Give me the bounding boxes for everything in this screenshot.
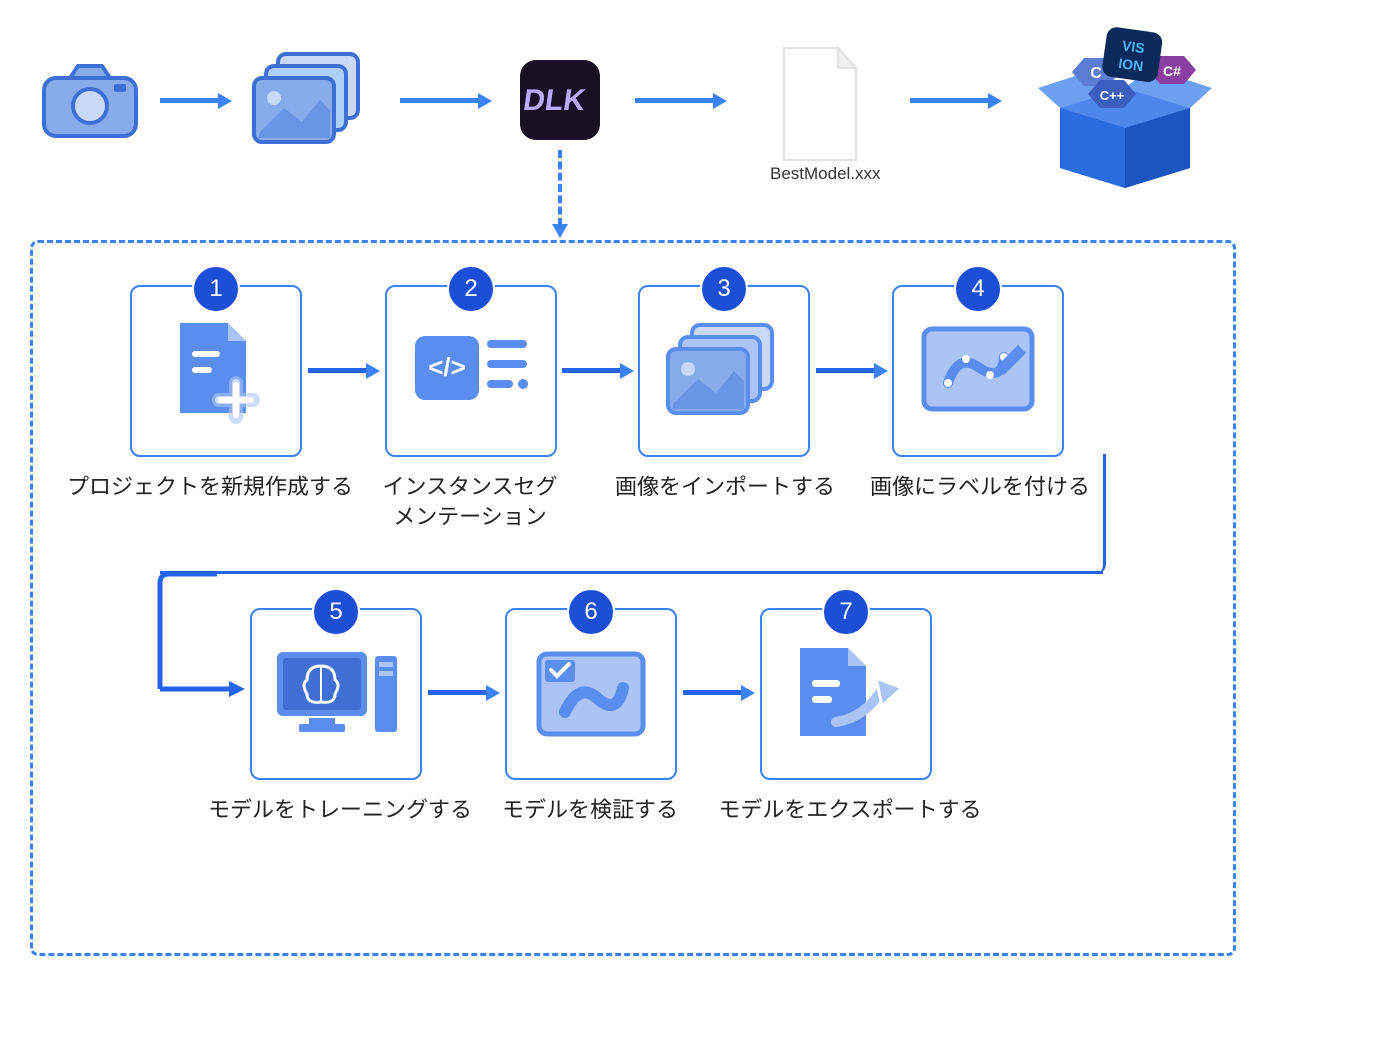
- svg-text:</>: </>: [428, 352, 466, 382]
- step-2-label: インスタンスセグ メンテーション: [355, 472, 585, 531]
- validate-model-icon: [531, 646, 651, 742]
- connector-path: [160, 571, 1103, 574]
- step-4-box: 4: [892, 285, 1064, 457]
- step-2-box: 2 </>: [385, 285, 557, 457]
- arrow-icon: [635, 98, 715, 103]
- svg-text:C#: C#: [1163, 63, 1181, 79]
- step-6-label: モデルを検証する: [490, 795, 690, 825]
- step-3-label: 画像をインポートする: [600, 472, 850, 502]
- step-6-badge: 6: [567, 588, 615, 636]
- segmentation-icon: </>: [411, 326, 531, 416]
- model-file-icon: [770, 44, 870, 169]
- arrow-icon: [308, 368, 368, 373]
- step-6-box: 6: [505, 608, 677, 780]
- camera-icon: [40, 60, 140, 145]
- arrow-icon: [160, 98, 220, 103]
- label-images-icon: [918, 323, 1038, 419]
- sdk-box-icon: C C++ C# VISION: [1030, 18, 1220, 193]
- step-1-label: プロジェクトを新規作成する: [60, 472, 360, 502]
- arrow-icon: [400, 98, 480, 103]
- step-7-badge: 7: [822, 588, 870, 636]
- step-5-box: 5: [250, 608, 422, 780]
- arrow-icon: [562, 368, 622, 373]
- import-images-icon: [664, 321, 784, 421]
- model-file-label: BestModel.xxx: [770, 164, 881, 184]
- connector-path: [975, 454, 1106, 574]
- arrow-icon: [910, 98, 990, 103]
- diagram-canvas: DLK BestModel.xxx C C++ C# VISION: [0, 0, 1397, 1038]
- svg-text:VIS: VIS: [1121, 37, 1146, 56]
- step-7-box: 7: [760, 608, 932, 780]
- step-5-label: モデルをトレーニングする: [190, 795, 490, 825]
- step-7-label: モデルをエクスポートする: [710, 795, 990, 825]
- arrow-icon: [816, 368, 876, 373]
- step-4-badge: 4: [954, 265, 1002, 313]
- step-3-badge: 3: [700, 265, 748, 313]
- svg-text:C++: C++: [1100, 88, 1125, 103]
- svg-text:DLK: DLK: [521, 84, 587, 117]
- train-model-icon: [271, 644, 401, 744]
- new-project-icon: [168, 317, 264, 425]
- dashed-connector: [558, 150, 562, 226]
- arrow-icon: [428, 690, 488, 695]
- step-1-badge: 1: [192, 265, 240, 313]
- connector-path: [157, 571, 217, 711]
- image-stack-icon: [250, 50, 370, 155]
- step-3-box: 3: [638, 285, 810, 457]
- svg-text:C: C: [1090, 65, 1102, 82]
- step-5-badge: 5: [312, 588, 360, 636]
- step-1-box: 1: [130, 285, 302, 457]
- arrow-icon: [683, 690, 743, 695]
- export-model-icon: [786, 640, 906, 748]
- dlk-app-icon: DLK: [520, 60, 600, 145]
- step-2-badge: 2: [447, 265, 495, 313]
